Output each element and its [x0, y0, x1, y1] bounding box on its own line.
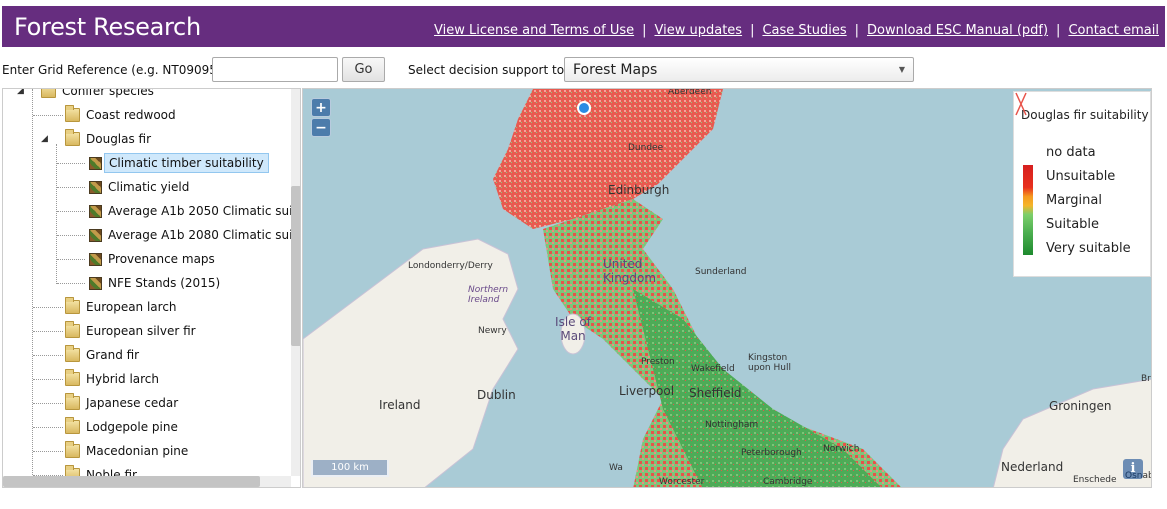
place-label: Edinburgh	[608, 183, 670, 197]
grid-reference-label: Enter Grid Reference (e.g. NT090950)	[2, 63, 230, 77]
place-label: Kingston upon Hull	[748, 353, 791, 373]
info-button[interactable]: i	[1123, 459, 1143, 479]
chevron-down-icon: ▼	[898, 65, 905, 74]
no-data-swatch	[1015, 92, 1027, 116]
tree-item-grand-fir[interactable]: Grand fir	[65, 343, 139, 367]
folder-icon	[65, 105, 80, 122]
raster-layer-icon	[89, 156, 102, 170]
legend-entry: Marginal	[1046, 193, 1102, 208]
tree-connector	[56, 144, 57, 284]
tree-item-european-silver-fir[interactable]: European silver fir	[65, 319, 196, 343]
map-legend: Douglas fir suitability no data Unsuitab…	[1013, 91, 1151, 277]
place-label: Northern Ireland	[468, 285, 509, 305]
folder-icon	[65, 441, 80, 458]
place-label: United Kingdom	[603, 257, 657, 285]
folder-icon	[65, 345, 80, 362]
tree-item-european-larch[interactable]: European larch	[65, 295, 177, 319]
raster-layer-icon	[89, 204, 102, 218]
tree-item-a1b-2080[interactable]: Average A1b 2080 Climatic suital	[89, 223, 300, 247]
place-label: Cambridge	[763, 477, 813, 487]
tree-item-lodgepole-pine[interactable]: Lodgepole pine	[65, 415, 178, 439]
tree-connector	[32, 89, 33, 487]
place-label: Liverpool	[619, 384, 675, 398]
decision-tool-value: Forest Maps	[573, 62, 658, 78]
legend-entry: Unsuitable	[1046, 169, 1116, 184]
folder-icon	[65, 393, 80, 410]
raster-layer-icon	[89, 228, 102, 242]
zoom-out-button[interactable]: −	[311, 118, 331, 137]
place-label: Enschede	[1073, 475, 1117, 485]
legend-entry: Very suitable	[1046, 241, 1131, 256]
place-label: Wakefield	[691, 364, 735, 374]
legend-entry: Suitable	[1046, 217, 1100, 232]
scrollbar-thumb[interactable]	[3, 476, 260, 487]
tree-item-conifer-species[interactable]: ◢ Conifer species	[17, 89, 154, 103]
place-label: Peterborough	[741, 448, 802, 458]
place-label: Sheffield	[689, 386, 742, 400]
case-studies-link[interactable]: Case Studies	[762, 23, 846, 38]
place-label: Nederland	[1001, 460, 1064, 474]
place-label: Dundee	[628, 143, 664, 153]
raster-layer-icon	[89, 276, 102, 290]
place-label: Dublin	[477, 388, 516, 402]
tree-item-climatic-yield[interactable]: Climatic yield	[89, 175, 189, 199]
folder-icon	[65, 297, 80, 314]
folder-icon	[41, 89, 56, 98]
place-label: Isle of Man	[555, 315, 591, 343]
tree-item-climatic-timber-suitability[interactable]: Climatic timber suitability	[89, 151, 269, 175]
location-marker-icon[interactable]	[577, 101, 591, 115]
place-label: Preston	[641, 357, 675, 367]
place-label: Ireland	[379, 398, 421, 412]
folder-icon	[65, 369, 80, 386]
legend-title: Douglas fir suitability	[1021, 108, 1149, 122]
tree-item-a1b-2050[interactable]: Average A1b 2050 Climatic suital	[89, 199, 300, 223]
expanded-triangle-icon[interactable]: ◢	[17, 89, 24, 96]
tree-vertical-scrollbar[interactable]	[291, 89, 300, 476]
raster-layer-icon	[89, 252, 102, 266]
expanded-triangle-icon[interactable]: ◢	[41, 134, 48, 144]
tree-item-nfe-stands[interactable]: NFE Stands (2015)	[89, 271, 220, 295]
scrollbar-thumb[interactable]	[291, 186, 300, 346]
legend-entry: no data	[1046, 145, 1096, 160]
place-label: Londonderry/Derry	[408, 261, 493, 271]
place-label: Sunderland	[695, 267, 747, 277]
layer-tree: ◢ Conifer species Coast redwood ◢ Dougla…	[2, 88, 301, 488]
updates-link[interactable]: View updates	[655, 23, 743, 38]
tree-item-coast-redwood[interactable]: Coast redwood	[65, 103, 176, 127]
go-button[interactable]: Go	[342, 57, 385, 82]
zoom-in-button[interactable]: +	[311, 98, 331, 117]
place-label: Br	[1141, 374, 1151, 384]
raster-layer-icon	[89, 180, 102, 194]
map-view[interactable]: + − Aberdeen Dundee Edinburgh Londonderr…	[302, 88, 1152, 488]
tree-item-japanese-cedar[interactable]: Japanese cedar	[65, 391, 178, 415]
license-link[interactable]: View License and Terms of Use	[434, 23, 634, 38]
tree-horizontal-scrollbar[interactable]	[3, 476, 291, 487]
contact-email-link[interactable]: Contact email	[1068, 23, 1159, 38]
site-header: Forest Research View License and Terms o…	[2, 6, 1165, 47]
download-manual-link[interactable]: Download ESC Manual (pdf)	[867, 23, 1048, 38]
place-label: Aberdeen	[668, 88, 712, 97]
folder-icon	[65, 321, 80, 338]
tree-item-macedonian-pine[interactable]: Macedonian pine	[65, 439, 188, 463]
place-label: Wa	[609, 463, 623, 473]
place-label: Groningen	[1049, 399, 1112, 413]
grid-reference-input[interactable]	[212, 57, 338, 82]
header-nav: View License and Terms of Use | View updat…	[434, 23, 1159, 38]
tree-item-provenance-maps[interactable]: Provenance maps	[89, 247, 215, 271]
decision-tool-label: Select decision support tool:	[408, 63, 579, 77]
place-label: Norwich	[823, 444, 860, 454]
toolbar: Enter Grid Reference (e.g. NT090950) Go …	[0, 55, 1167, 85]
folder-icon	[65, 417, 80, 434]
tree-item-hybrid-larch[interactable]: Hybrid larch	[65, 367, 159, 391]
forest-research-logo[interactable]: Forest Research	[14, 13, 201, 41]
scale-bar: 100 km	[311, 460, 389, 477]
legend-color-ramp	[1023, 165, 1033, 255]
tree-item-douglas-fir[interactable]: ◢ Douglas fir	[41, 127, 151, 151]
folder-icon	[65, 129, 80, 146]
place-label: Nottingham	[705, 420, 759, 430]
place-label: Newry	[478, 326, 507, 336]
decision-tool-select[interactable]: Forest Maps ▼	[564, 57, 914, 82]
place-label: Worcester	[659, 477, 705, 487]
